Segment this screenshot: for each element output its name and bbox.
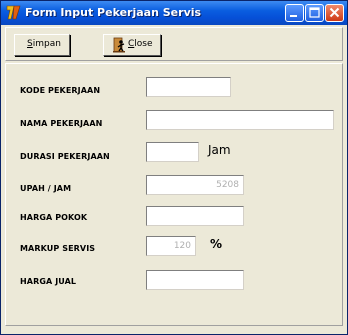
- nama-pekerjaan-input[interactable]: [146, 110, 334, 130]
- form-window: Form Input Pekerjaan Servis Simpan Close…: [0, 0, 348, 335]
- door-exit-icon: [112, 37, 126, 56]
- maximize-icon[interactable]: [305, 4, 324, 22]
- upah-per-jam-label: UPAH / JAM: [20, 184, 72, 193]
- harga-jual-label: HARGA JUAL: [20, 277, 77, 286]
- durasi-pekerjaan-label: DURASI PEKERJAAN: [20, 152, 110, 161]
- upah-per-jam-input[interactable]: [146, 175, 244, 195]
- markup-servis-label: MARKUP SERVIS: [20, 244, 96, 253]
- harga-pokok-input[interactable]: [146, 206, 244, 226]
- toolbar: Simpan Close: [5, 27, 343, 61]
- harga-jual-input[interactable]: [146, 270, 244, 290]
- save-button[interactable]: Simpan: [14, 34, 70, 56]
- kode-pekerjaan-input[interactable]: [146, 77, 231, 97]
- close-button[interactable]: Close: [103, 34, 161, 56]
- kode-pekerjaan-label: KODE PEKERJAAN: [20, 86, 101, 95]
- percent-unit-label: %: [210, 237, 223, 251]
- minimize-icon[interactable]: [285, 4, 304, 22]
- close-button-label: Close: [128, 39, 153, 49]
- durasi-unit-label: Jam: [208, 143, 231, 157]
- close-icon[interactable]: [325, 4, 344, 22]
- markup-servis-input[interactable]: [146, 236, 196, 256]
- nama-pekerjaan-label: NAMA PEKERJAAN: [20, 119, 103, 128]
- save-button-label: Simpan: [27, 39, 61, 49]
- title-bar[interactable]: Form Input Pekerjaan Servis: [1, 1, 347, 25]
- form-panel: KODE PEKERJAAN NAMA PEKERJAAN DURASI PEK…: [5, 63, 343, 326]
- harga-pokok-label: HARGA POKOK: [20, 213, 88, 222]
- durasi-pekerjaan-input[interactable]: [146, 142, 199, 162]
- window-title: Form Input Pekerjaan Servis: [25, 6, 202, 19]
- delphi-app-icon[interactable]: [5, 4, 22, 21]
